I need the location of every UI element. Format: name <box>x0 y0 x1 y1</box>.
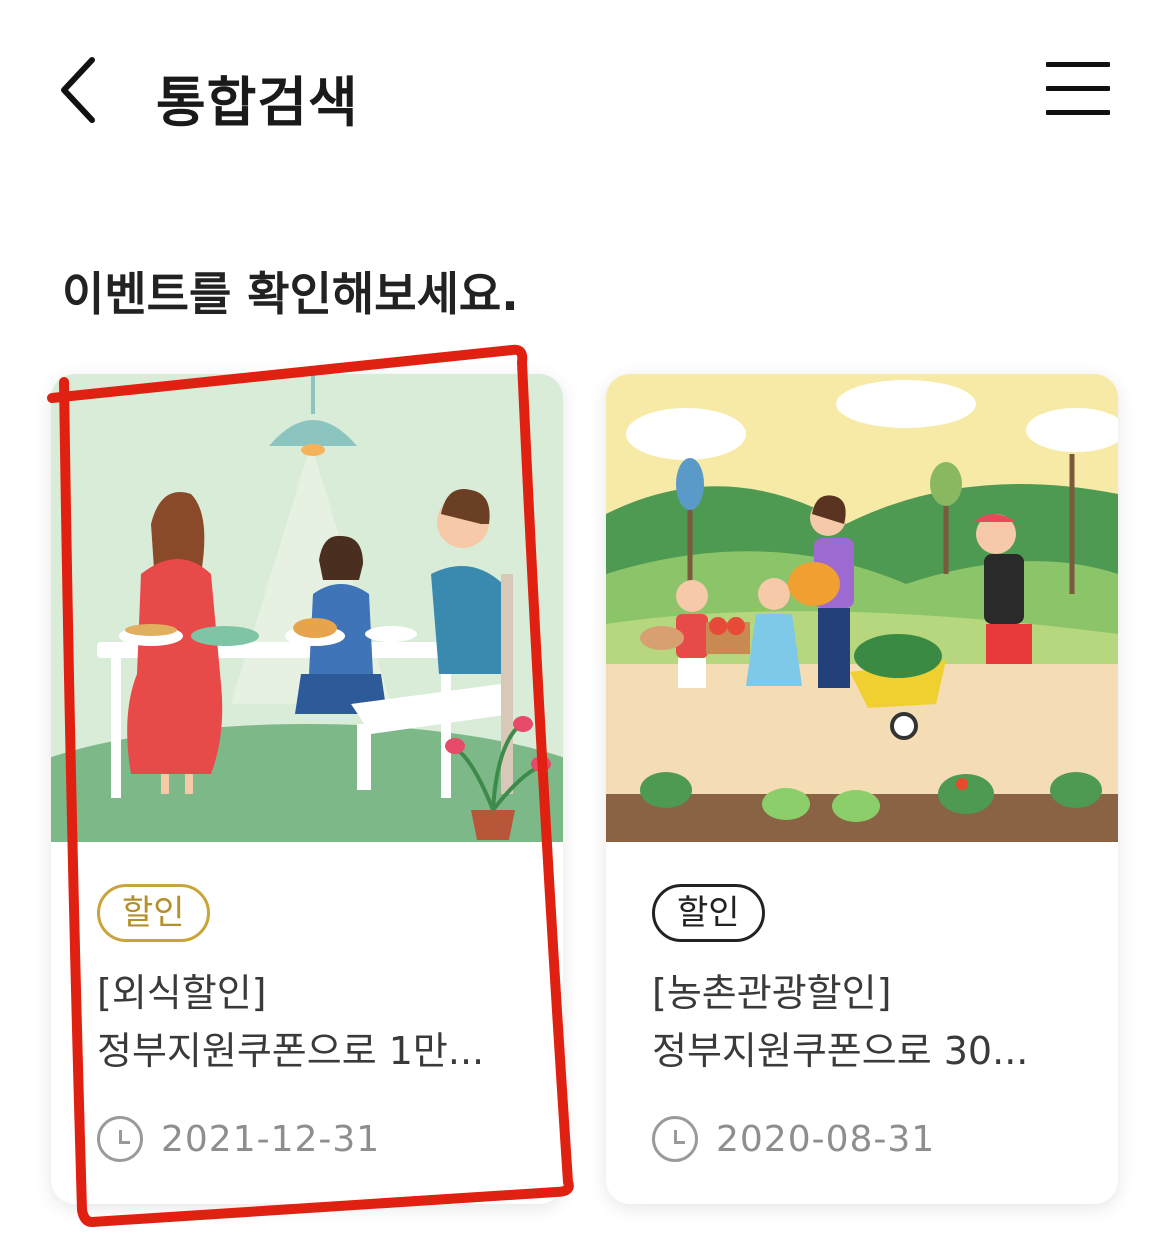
event-card-farm[interactable]: 할인 [농촌관광할인] 정부지원쿠폰으로 30... 2020-08-31 <box>606 374 1118 1204</box>
section-title: 이벤트를 확인해보세요. <box>62 267 519 321</box>
chevron-left-icon <box>61 57 95 123</box>
event-title: [농촌관광할인] 정부지원쿠폰으로 30... <box>652 971 1029 1073</box>
event-date: 2021-12-31 <box>97 1114 380 1164</box>
event-image-farm <box>606 374 1118 842</box>
hamburger-menu-icon <box>1046 62 1110 67</box>
discount-tag: 할인 <box>97 884 210 942</box>
event-card-dining[interactable]: 할인 [외식할인] 정부지원쿠폰으로 1만... 2021-12-31 <box>51 374 563 1204</box>
menu-button[interactable] <box>1046 60 1112 120</box>
top-app-bar: 통합검색 <box>0 0 1170 190</box>
clock-icon <box>652 1116 698 1162</box>
discount-tag: 할인 <box>652 884 765 942</box>
back-button[interactable] <box>52 52 112 128</box>
clock-icon <box>97 1116 143 1162</box>
event-image-dining <box>51 374 563 842</box>
event-date: 2020-08-31 <box>652 1114 935 1164</box>
event-title: [외식할인] 정부지원쿠폰으로 1만... <box>97 971 485 1073</box>
page-title: 통합검색 <box>156 71 359 134</box>
